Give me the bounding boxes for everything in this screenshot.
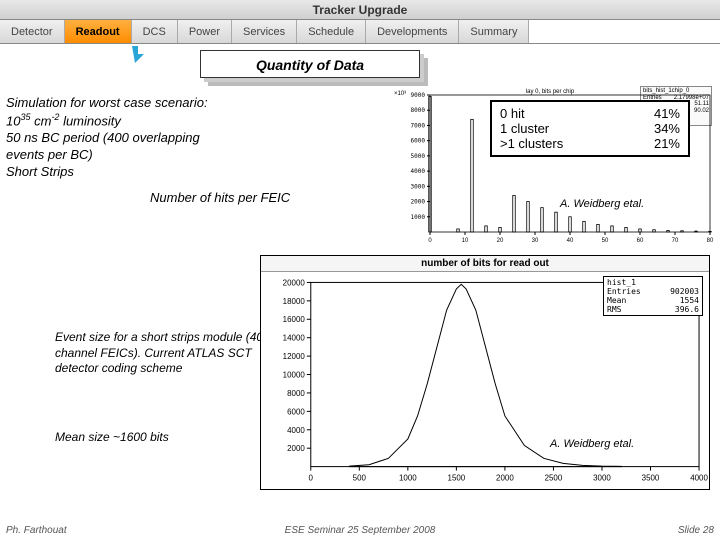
sim-line: Simulation for worst case scenario: [6, 95, 366, 112]
sim-line: 50 ns BC period (400 overlapping [6, 130, 366, 147]
svg-text:1000: 1000 [399, 474, 417, 483]
svg-text:1000: 1000 [411, 214, 426, 221]
sim-line: Short Strips [6, 164, 366, 181]
credit-2: A. Weidberg etal. [550, 438, 634, 450]
simulation-text: Simulation for worst case scenario: 1035… [6, 95, 366, 181]
chart-readout-bits: number of bits for read out hist_1 Entri… [260, 255, 710, 490]
svg-text:80: 80 [707, 238, 714, 244]
svg-text:60: 60 [637, 238, 644, 244]
root-stat-box: hist_1 Entries902003 Mean1554 RMS396.6 [603, 276, 703, 316]
nav-bar: Detector Readout DCS Power Services Sche… [0, 20, 720, 44]
svg-text:5000: 5000 [411, 153, 426, 160]
svg-text:10000: 10000 [283, 371, 306, 380]
svg-text:8000: 8000 [411, 107, 426, 114]
svg-text:18000: 18000 [283, 297, 306, 306]
svg-text:2000: 2000 [496, 474, 514, 483]
svg-text:lay 0, bits per chip: lay 0, bits per chip [526, 89, 575, 95]
svg-text:16000: 16000 [283, 315, 306, 324]
svg-text:2500: 2500 [545, 474, 563, 483]
svg-text:70: 70 [672, 238, 679, 244]
svg-text:6000: 6000 [287, 407, 305, 416]
tab-schedule[interactable]: Schedule [297, 20, 366, 43]
svg-text:3000: 3000 [593, 474, 611, 483]
svg-text:4000: 4000 [690, 474, 708, 483]
svg-text:2000: 2000 [287, 444, 305, 453]
tab-developments[interactable]: Developments [366, 20, 459, 43]
tab-summary[interactable]: Summary [459, 20, 529, 43]
svg-text:×10³: ×10³ [394, 91, 406, 97]
tab-detector[interactable]: Detector [0, 20, 65, 43]
tab-power[interactable]: Power [178, 20, 232, 43]
svg-text:30: 30 [532, 238, 539, 244]
svg-text:20000: 20000 [283, 278, 306, 287]
tab-dcs[interactable]: DCS [132, 20, 178, 43]
svg-text:40: 40 [567, 238, 574, 244]
svg-text:3500: 3500 [642, 474, 660, 483]
svg-text:50: 50 [602, 238, 609, 244]
svg-text:10: 10 [462, 238, 469, 244]
chart-bits-per-chip: 1000 2000 3000 4000 5000 6000 7000 8000 9000 0 10 2… [390, 87, 715, 247]
svg-text:2000: 2000 [411, 199, 426, 206]
svg-text:3000: 3000 [411, 183, 426, 190]
svg-text:4000: 4000 [411, 168, 426, 175]
svg-text:1500: 1500 [448, 474, 466, 483]
event-size-text: Event size for a short strips module (40… [55, 330, 295, 377]
footer-slide: Slide 28 [678, 525, 714, 536]
svg-text:4000: 4000 [287, 426, 305, 435]
sim-line: events per BC) [6, 147, 366, 164]
chart2-title: number of bits for read out [261, 256, 709, 272]
svg-text:20: 20 [497, 238, 504, 244]
svg-text:0: 0 [309, 474, 314, 483]
svg-text:7000: 7000 [411, 122, 426, 129]
arrow-down-icon [130, 44, 150, 64]
svg-text:14000: 14000 [283, 334, 306, 343]
svg-text:500: 500 [353, 474, 367, 483]
tab-readout[interactable]: Readout [65, 20, 132, 43]
footer-event: ESE Seminar 25 September 2008 [0, 525, 720, 536]
svg-text:12000: 12000 [283, 352, 306, 361]
mean-size-text: Mean size ~1600 bits [55, 430, 169, 444]
page-title: Tracker Upgrade [0, 0, 720, 20]
tab-services[interactable]: Services [232, 20, 297, 43]
svg-text:0: 0 [428, 238, 432, 244]
sim-line: 1035 cm-2 luminosity [6, 112, 366, 130]
hits-per-feic-label: Number of hits per FEIC [150, 190, 290, 205]
svg-text:8000: 8000 [287, 389, 305, 398]
section-subtitle: Quantity of Data [200, 50, 420, 78]
svg-text:9000: 9000 [411, 92, 426, 99]
svg-text:6000: 6000 [411, 138, 426, 145]
